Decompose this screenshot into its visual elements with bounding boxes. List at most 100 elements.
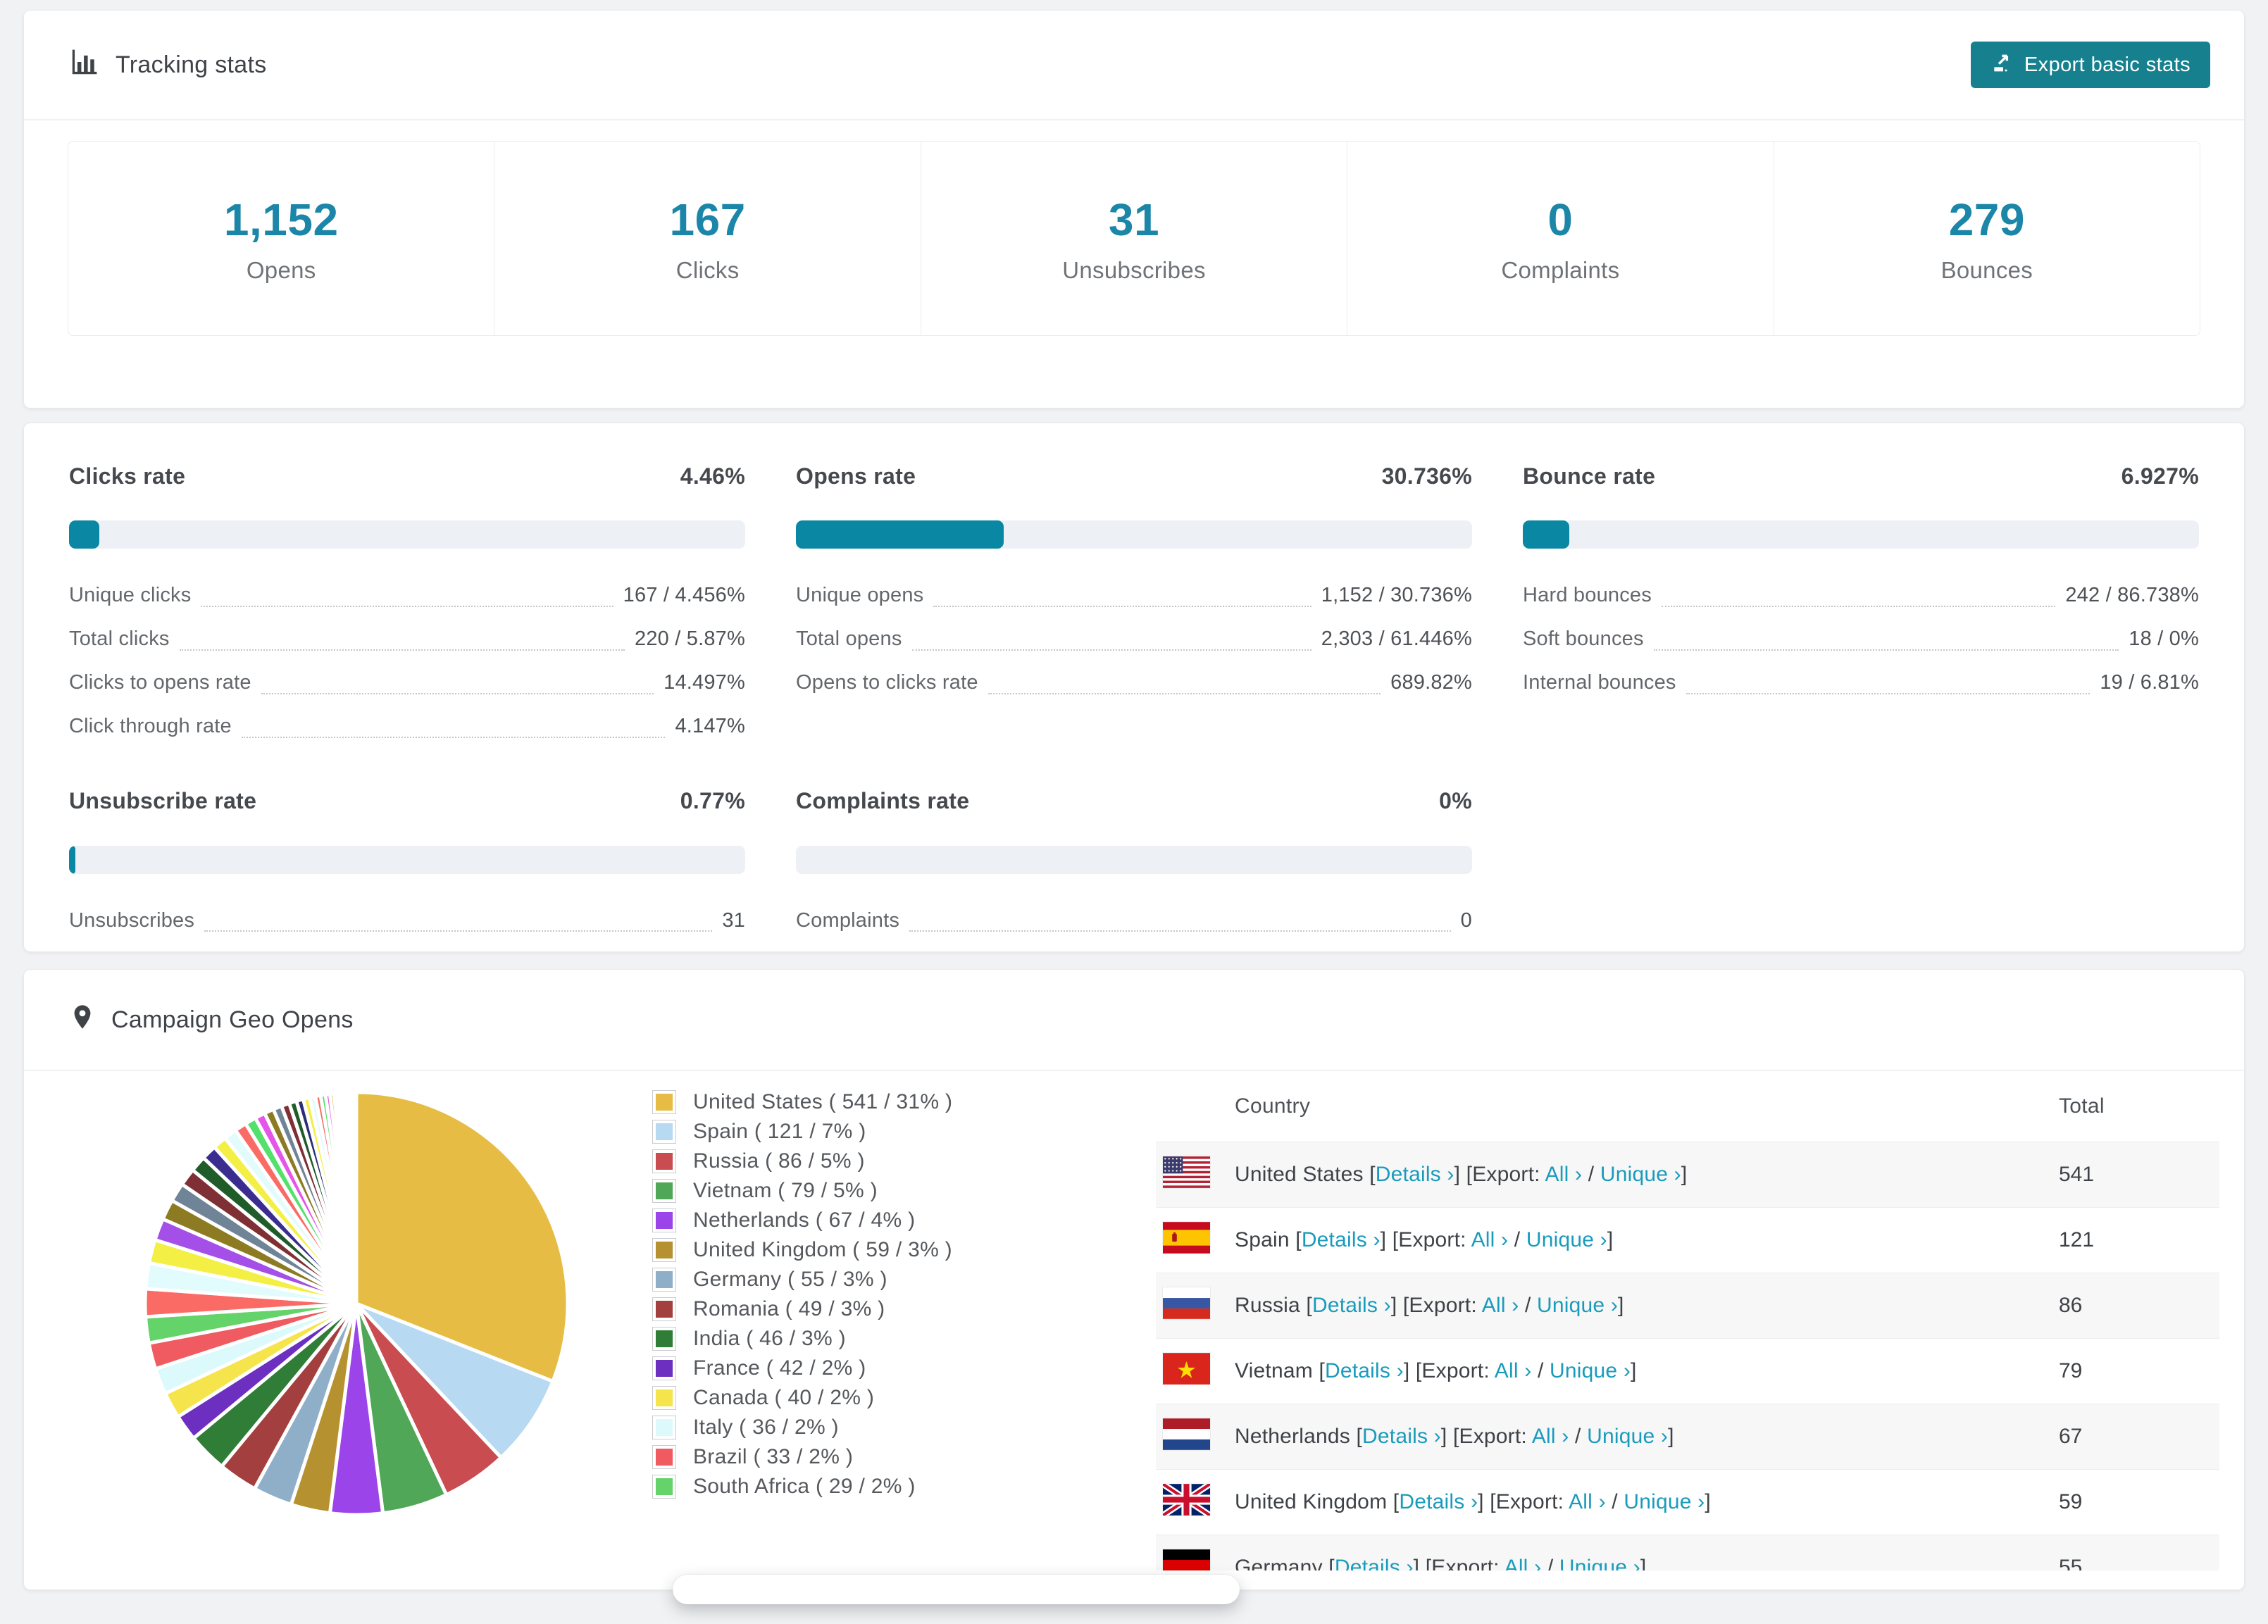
export-all-link[interactable]: All › [1569, 1490, 1606, 1513]
geo-section-title: Campaign Geo Opens [111, 1006, 354, 1033]
rate-rows: Complaints 0 [796, 899, 1472, 943]
horizontal-scrollbar-thumb[interactable] [673, 1575, 1240, 1604]
export-unique-link[interactable]: Unique › [1587, 1425, 1668, 1448]
flag-icon-es [1163, 1221, 1235, 1259]
rate-row-value: 167 / 4.456% [623, 584, 745, 606]
total-cell: 59 [2059, 1490, 2083, 1513]
legend-swatch [652, 1120, 676, 1144]
details-link[interactable]: Details › [1376, 1163, 1454, 1186]
legend-item[interactable]: Romania ( 49 / 3% ) [652, 1297, 1156, 1321]
tracking-stats-title: Tracking stats [69, 46, 267, 84]
rate-row-value: 19 / 6.81% [2100, 670, 2199, 694]
country-cell: Russia [Details ›] [Export: All › / Uniq… [1156, 1287, 2059, 1325]
export-unique-link[interactable]: Unique › [1600, 1163, 1681, 1186]
legend-swatch [652, 1297, 676, 1321]
export-all-link[interactable]: All › [1545, 1163, 1583, 1186]
legend-item[interactable]: Germany ( 55 / 3% ) [652, 1268, 1156, 1292]
dotted-leader [1686, 688, 2091, 694]
text: ] [Export: [1380, 1228, 1471, 1251]
dotted-leader [909, 925, 1451, 932]
export-basic-stats-button[interactable]: Export basic stats [1970, 42, 2210, 88]
tracking-stats-card: Tracking stats Export basic stats 1,152 O… [23, 10, 2245, 408]
rate-title: Opens rate [796, 463, 916, 489]
legend-label: Germany ( 55 / 3% ) [693, 1268, 887, 1291]
total-cell: 541 [2059, 1163, 2095, 1186]
geo-pie-svg[interactable] [142, 1089, 571, 1518]
rate-row: Unique opens 1,152 / 30.736% [796, 574, 1472, 618]
text: / [1519, 1294, 1538, 1317]
country-cell: United Kingdom [Details ›] [Export: All … [1156, 1480, 2059, 1521]
text: ] [1640, 1556, 1647, 1570]
rate-row-label: Click through rate [69, 714, 232, 737]
details-link[interactable]: Details › [1335, 1556, 1414, 1570]
export-unique-link[interactable]: Unique › [1550, 1359, 1631, 1382]
export-all-link[interactable]: All › [1482, 1294, 1519, 1317]
text: ] [1668, 1425, 1674, 1448]
legend-item[interactable]: Spain ( 121 / 7% ) [652, 1120, 1156, 1144]
text: / [1582, 1163, 1600, 1186]
dotted-leader [204, 925, 713, 932]
progress-bar [69, 845, 745, 874]
legend-item[interactable]: Canada ( 40 / 2% ) [652, 1386, 1156, 1410]
rate-block-unsubscribe: Unsubscribe rate 0.77% Unsubscribes 31 [69, 785, 745, 943]
legend-item[interactable]: Italy ( 36 / 2% ) [652, 1416, 1156, 1439]
text: United States [ [1235, 1163, 1376, 1186]
geo-body: United States ( 541 / 31% ) Spain ( 121 /… [24, 1071, 2244, 1570]
geo-pie-chart[interactable] [24, 1071, 652, 1570]
dotted-leader [1653, 644, 2119, 651]
export-all-link[interactable]: All › [1504, 1556, 1542, 1570]
column-header-country: Country [1235, 1094, 1311, 1118]
table-row-de: Germany [Details ›] [Export: All › / Uni… [1156, 1535, 2219, 1570]
stat-label: Bounces [1940, 256, 2033, 283]
details-link[interactable]: Details › [1302, 1228, 1381, 1251]
text: Vietnam [ [1235, 1359, 1325, 1382]
rate-header: Opens rate 30.736% [796, 460, 1472, 492]
dotted-leader [987, 688, 1381, 694]
legend-item[interactable]: United Kingdom ( 59 / 3% ) [652, 1238, 1156, 1262]
export-unique-link[interactable]: Unique › [1526, 1228, 1607, 1251]
text: / [1508, 1228, 1526, 1251]
progress-bar-fill [1523, 520, 1570, 549]
country-cell: Vietnam [Details ›] [Export: All › / Uni… [1156, 1352, 2059, 1390]
legend-item[interactable]: France ( 42 / 2% ) [652, 1356, 1156, 1380]
export-unique-link[interactable]: Unique › [1537, 1294, 1618, 1317]
country-links: Spain [Details ›] [Export: All › / Uniqu… [1235, 1228, 1613, 1252]
table-row-ru: Russia [Details ›] [Export: All › / Uniq… [1156, 1273, 2219, 1338]
rates-card: Clicks rate 4.46% Unique clicks 167 / 4.456… [23, 423, 2245, 952]
tracking-stats-header: Tracking stats Export basic stats [24, 11, 2244, 120]
details-link[interactable]: Details › [1399, 1490, 1478, 1513]
details-link[interactable]: Details › [1362, 1425, 1441, 1448]
export-all-link[interactable]: All › [1532, 1425, 1569, 1448]
legend-item[interactable]: Russia ( 86 / 5% ) [652, 1149, 1156, 1173]
progress-bar [796, 520, 1472, 549]
text: ] [1705, 1490, 1711, 1513]
legend-item[interactable]: South Africa ( 29 / 2% ) [652, 1475, 1156, 1499]
export-all-link[interactable]: All › [1471, 1228, 1509, 1251]
legend-item[interactable]: United States ( 541 / 31% ) [652, 1090, 1156, 1114]
legend-item[interactable]: Brazil ( 33 / 2% ) [652, 1445, 1156, 1469]
details-link[interactable]: Details › [1325, 1359, 1404, 1382]
dotted-leader [933, 601, 1311, 607]
legend-label: Russia ( 86 / 5% ) [693, 1149, 865, 1173]
rate-row-value: 31 [722, 908, 745, 932]
map-pin-icon [69, 1004, 96, 1037]
details-link[interactable]: Details › [1312, 1294, 1391, 1317]
rate-row-value: 242 / 86.738% [2065, 584, 2199, 606]
legend-item[interactable]: Netherlands ( 67 / 4% ) [652, 1208, 1156, 1232]
legend-item[interactable]: Vietnam ( 79 / 5% ) [652, 1179, 1156, 1203]
rate-row-value: 14.497% [663, 670, 745, 694]
export-unique-link[interactable]: Unique › [1559, 1556, 1640, 1570]
text: ] [Export: [1440, 1425, 1532, 1448]
rate-row-label: Soft bounces [1523, 627, 1644, 650]
table-row-nl: Netherlands [Details ›] [Export: All › /… [1156, 1404, 2219, 1469]
total-cell: 121 [2059, 1228, 2095, 1251]
text: ] [Export: [1413, 1556, 1504, 1570]
export-unique-link[interactable]: Unique › [1624, 1490, 1705, 1513]
legend-swatch [652, 1208, 676, 1232]
legend-item[interactable]: India ( 46 / 3% ) [652, 1327, 1156, 1351]
rate-title: Clicks rate [69, 463, 186, 489]
export-all-link[interactable]: All › [1495, 1359, 1532, 1382]
rate-row-label: Complaints [796, 908, 900, 932]
rate-row-label: Internal bounces [1523, 670, 1676, 694]
country-cell: Germany [Details ›] [Export: All › / Uni… [1156, 1549, 2059, 1570]
